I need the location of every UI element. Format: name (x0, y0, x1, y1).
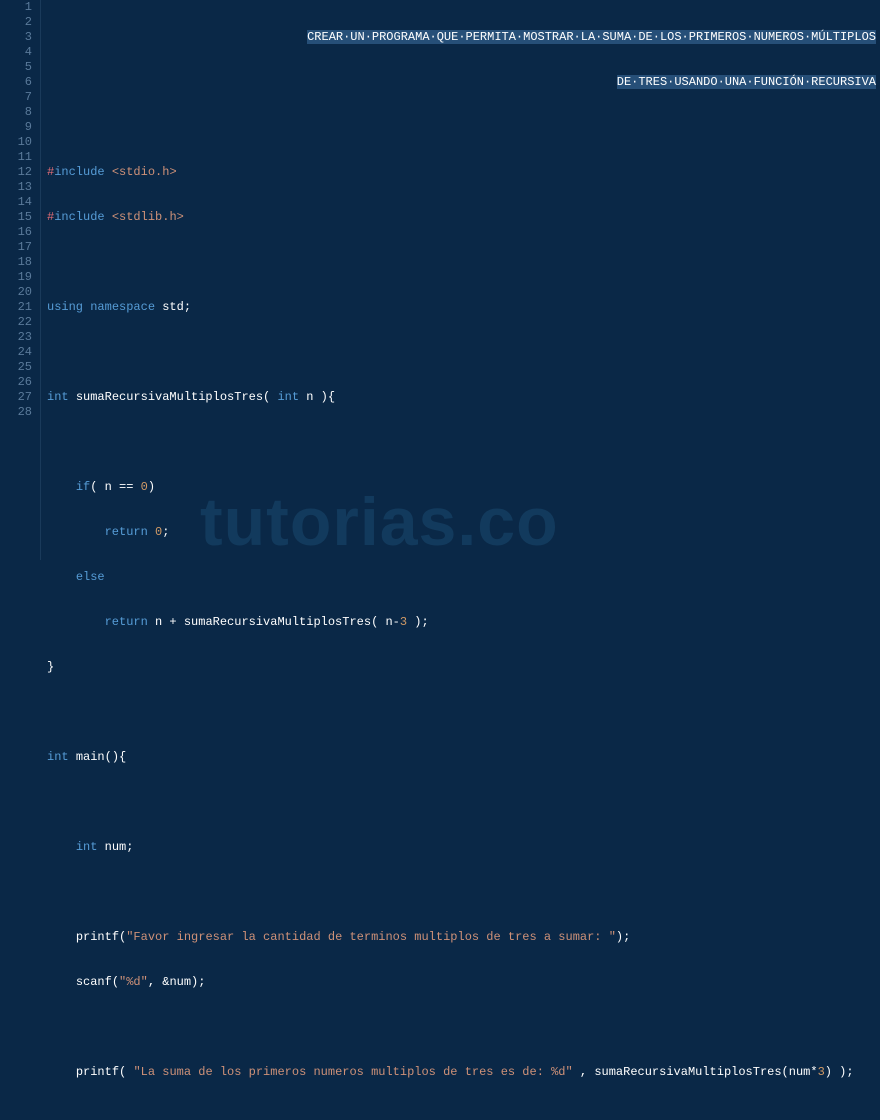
line-number: 19 (0, 270, 32, 285)
line-number: 15 (0, 210, 32, 225)
line-number: 7 (0, 90, 32, 105)
close-brace: } (47, 660, 880, 675)
line-number: 12 (0, 165, 32, 180)
header-comment-1: CREAR·UN·PROGRAMA·QUE·PERMITA·MOSTRAR·LA… (307, 30, 876, 44)
blank-line (47, 885, 880, 900)
line-number: 17 (0, 240, 32, 255)
line-number: 2 (0, 15, 32, 30)
line-number: 1 (0, 0, 32, 15)
line-number: 5 (0, 60, 32, 75)
line-number: 24 (0, 345, 32, 360)
if-stmt: if( n == 0) (47, 480, 880, 495)
blank-line (47, 705, 880, 720)
blank-line (47, 435, 880, 450)
line-number: 23 (0, 330, 32, 345)
int-num-decl: int num; (47, 840, 880, 855)
line-number: 25 (0, 360, 32, 375)
main-decl: int main(){ (47, 750, 880, 765)
line-number: 4 (0, 45, 32, 60)
using-namespace: using namespace std; (47, 300, 880, 315)
blank-line (47, 1020, 880, 1035)
line-number-gutter: 1234567891011121314151617181920212223242… (0, 0, 40, 560)
func-decl-sumarecursiva: int sumaRecursivaMultiplosTres( int n ){ (47, 390, 880, 405)
blank-line (47, 120, 880, 135)
include-stdio: #include <stdio.h> (47, 165, 880, 180)
blank-line (47, 795, 880, 810)
else-stmt: else (47, 570, 880, 585)
line-number: 28 (0, 405, 32, 420)
include-stdlib: #include <stdlib.h> (47, 210, 880, 225)
code-editor[interactable]: 1234567891011121314151617181920212223242… (0, 0, 880, 560)
line-number: 3 (0, 30, 32, 45)
blank-line (47, 345, 880, 360)
scanf-call: scanf("%d", &num); (47, 975, 880, 990)
line-number: 8 (0, 105, 32, 120)
line-number: 16 (0, 225, 32, 240)
line-number: 26 (0, 375, 32, 390)
return-recursive: return n + sumaRecursivaMultiplosTres( n… (47, 615, 880, 630)
blank-line (47, 255, 880, 270)
line-number: 9 (0, 120, 32, 135)
line-number: 11 (0, 150, 32, 165)
line-number: 14 (0, 195, 32, 210)
return-zero: return 0; (47, 525, 880, 540)
code-area[interactable]: CREAR·UN·PROGRAMA·QUE·PERMITA·MOSTRAR·LA… (40, 0, 880, 560)
line-number: 6 (0, 75, 32, 90)
printf-prompt: printf("Favor ingresar la cantidad de te… (47, 930, 880, 945)
line-number: 22 (0, 315, 32, 330)
line-number: 13 (0, 180, 32, 195)
line-number: 20 (0, 285, 32, 300)
blank-line (47, 1110, 880, 1120)
printf-result: printf( "La suma de los primeros numeros… (47, 1065, 880, 1080)
line-number: 10 (0, 135, 32, 150)
line-number: 21 (0, 300, 32, 315)
line-number: 27 (0, 390, 32, 405)
header-comment-2: DE·TRES·USANDO·UNA·FUNCIÓN·RECURSIVA (617, 75, 876, 89)
line-number: 18 (0, 255, 32, 270)
